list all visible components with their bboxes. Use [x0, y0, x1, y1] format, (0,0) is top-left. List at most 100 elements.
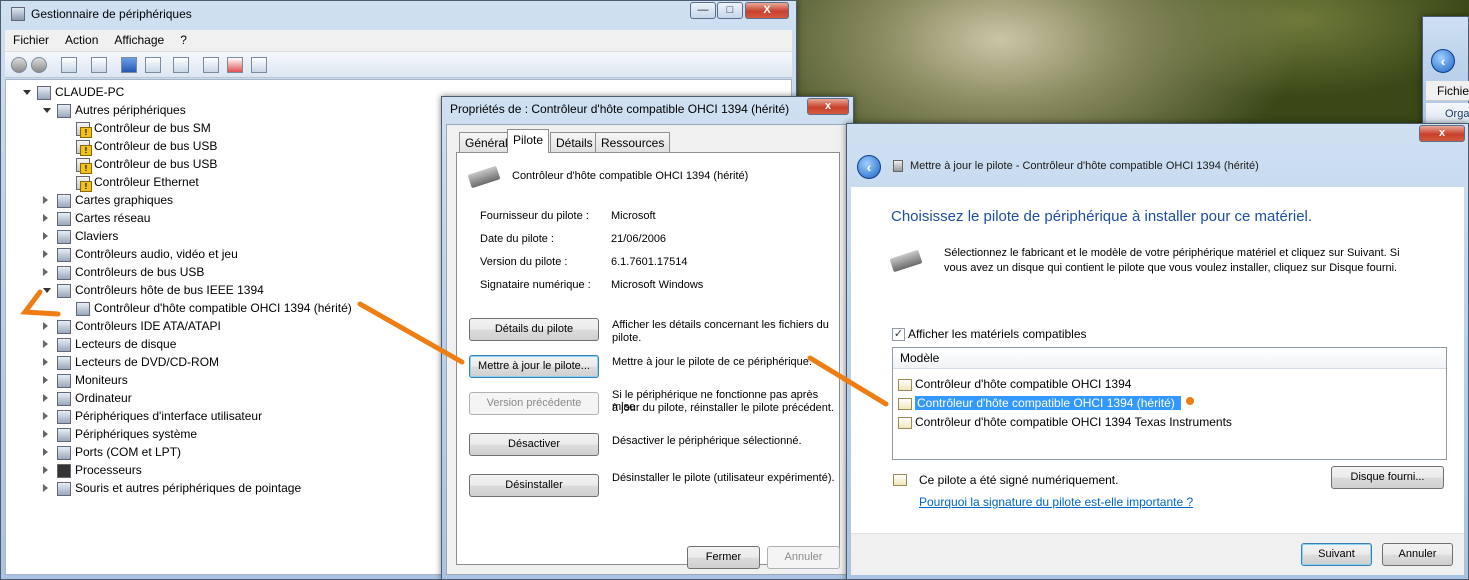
- back-arrow-icon[interactable]: ‹: [1431, 49, 1455, 73]
- tree-node-device[interactable]: Contrôleur de bus USB: [76, 155, 217, 174]
- list-item[interactable]: Contrôleur d'hôte compatible OHCI 1394 T…: [898, 413, 1232, 432]
- properties-icon[interactable]: [91, 57, 107, 73]
- tree-node-category[interactable]: Claviers: [43, 227, 118, 245]
- system-icon: [57, 427, 71, 442]
- model-listbox[interactable]: Modèle Contrôleur d'hôte compatible OHCI…: [892, 347, 1447, 460]
- close-button[interactable]: x: [1419, 125, 1465, 142]
- disable-button[interactable]: Désactiver: [469, 433, 599, 456]
- update-driver-icon[interactable]: [203, 57, 219, 73]
- tree-node-category[interactable]: Contrôleurs IDE ATA/ATAPI: [43, 317, 221, 335]
- list-item-selected[interactable]: Contrôleur d'hôte compatible OHCI 1394 (…: [898, 394, 1181, 413]
- collapse-arrow-icon[interactable]: [43, 322, 48, 330]
- collapse-arrow-icon[interactable]: [43, 250, 48, 258]
- uninstall-icon[interactable]: [227, 57, 243, 73]
- menu-affichage[interactable]: Affichage: [106, 30, 172, 47]
- roll-back-button[interactable]: Version précédente: [469, 392, 599, 415]
- driver-details-button[interactable]: Détails du pilote: [469, 318, 599, 341]
- back-icon[interactable]: [11, 57, 27, 73]
- explorer-window[interactable]: ‹ Fichie Orga: [1422, 16, 1469, 136]
- close-button[interactable]: X: [745, 2, 789, 19]
- view-icon[interactable]: [145, 57, 161, 73]
- explorer-menu-item[interactable]: Fichie: [1426, 81, 1469, 101]
- have-disk-button[interactable]: Disque fourni...: [1331, 466, 1444, 489]
- collapse-arrow-icon[interactable]: [43, 268, 48, 276]
- cancel-button[interactable]: Annuler: [1382, 543, 1453, 566]
- tree-node-category[interactable]: Contrôleurs audio, vidéo et jeu: [43, 245, 238, 263]
- tree-node-category[interactable]: Ordinateur: [43, 389, 132, 407]
- tree-node-category[interactable]: Lecteurs de DVD/CD-ROM: [43, 353, 219, 371]
- collapse-arrow-icon[interactable]: [43, 196, 48, 204]
- explorer-organize-button[interactable]: Orga: [1426, 103, 1469, 125]
- collapse-arrow-icon[interactable]: [43, 340, 48, 348]
- scan-hardware-icon[interactable]: [173, 57, 189, 73]
- cancel-button[interactable]: Annuler: [767, 546, 840, 569]
- tree-node-category[interactable]: Périphériques système: [43, 425, 197, 443]
- wizard-title: Mettre à jour le pilote - Contrôleur d'h…: [910, 160, 1259, 172]
- show-compatible-checkbox[interactable]: ✓: [892, 328, 905, 341]
- intro-text: Sélectionnez le fabricant et le modèle d…: [944, 247, 1400, 259]
- expand-arrow-icon[interactable]: [43, 108, 51, 113]
- wizard-footer: [851, 533, 1464, 575]
- help-icon[interactable]: [121, 57, 137, 73]
- collapse-arrow-icon[interactable]: [43, 358, 48, 366]
- window-title: Gestionnaire de périphériques: [31, 7, 192, 21]
- collapse-arrow-icon[interactable]: [43, 232, 48, 240]
- close-dialog-button[interactable]: Fermer: [687, 546, 760, 569]
- disable-desc: Désactiver le périphérique sélectionné.: [612, 435, 802, 447]
- collapse-arrow-icon[interactable]: [43, 376, 48, 384]
- menu-action[interactable]: Action: [57, 30, 106, 47]
- disable-icon[interactable]: [251, 57, 267, 73]
- show-hide-console-tree-icon[interactable]: [61, 57, 77, 73]
- tree-node-category[interactable]: Contrôleurs de bus USB: [43, 263, 204, 281]
- firewire-cable-icon: [467, 165, 501, 189]
- tab-resources[interactable]: Ressources: [595, 132, 671, 152]
- next-button[interactable]: Suivant: [1301, 543, 1372, 566]
- menu-help[interactable]: ?: [172, 30, 195, 47]
- tree-node-category[interactable]: Cartes graphiques: [43, 191, 173, 209]
- model-column-header[interactable]: Modèle: [893, 348, 1446, 369]
- tree-node-device[interactable]: Contrôleur de bus SM: [76, 119, 211, 138]
- version-label: Version du pilote :: [480, 256, 568, 268]
- certificate-icon: [898, 397, 912, 410]
- date-value: 21/06/2006: [611, 233, 667, 245]
- back-arrow-icon[interactable]: ‹: [857, 155, 881, 179]
- close-button[interactable]: x: [807, 98, 849, 115]
- collapse-arrow-icon[interactable]: [43, 412, 48, 420]
- tree-node-device[interactable]: Contrôleur Ethernet: [76, 173, 199, 192]
- signature-info-link[interactable]: Pourquoi la signature du pilote est-elle…: [919, 495, 1193, 509]
- expand-arrow-icon[interactable]: [23, 90, 31, 95]
- collapse-arrow-icon[interactable]: [43, 430, 48, 438]
- tree-node-category[interactable]: Moniteurs: [43, 371, 128, 389]
- tree-node-category[interactable]: Cartes réseau: [43, 209, 150, 227]
- update-driver-button[interactable]: Mettre à jour le pilote...: [469, 355, 599, 378]
- collapse-arrow-icon[interactable]: [43, 214, 48, 222]
- tree-node-ohci-device[interactable]: Contrôleur d'hôte compatible OHCI 1394 (…: [76, 299, 352, 317]
- tree-node-category[interactable]: Périphériques d'interface utilisateur: [43, 407, 262, 425]
- tree-node-other-devices[interactable]: Autres périphériques: [43, 101, 186, 119]
- computer-icon: [57, 391, 71, 406]
- tab-driver[interactable]: Pilote: [507, 129, 550, 153]
- collapse-arrow-icon[interactable]: [43, 448, 48, 456]
- list-item[interactable]: Contrôleur d'hôte compatible OHCI 1394: [898, 375, 1131, 394]
- collapse-arrow-icon[interactable]: [43, 466, 48, 474]
- collapse-arrow-icon[interactable]: [43, 394, 48, 402]
- toolbar: [5, 52, 792, 78]
- uninstall-button[interactable]: Désinstaller: [469, 474, 599, 497]
- maximize-button[interactable]: □: [717, 2, 743, 19]
- tree-node-category[interactable]: Ports (COM et LPT): [43, 443, 181, 461]
- driver-details-desc-2: pilote.: [612, 332, 642, 344]
- tab-general[interactable]: Général: [459, 132, 514, 152]
- intro-text-2: vous avez un disque qui contient le pilo…: [944, 262, 1398, 274]
- tree-node-device[interactable]: Contrôleur de bus USB: [76, 137, 217, 156]
- menu-fichier[interactable]: Fichier: [5, 30, 57, 47]
- tree-node-computer[interactable]: CLAUDE-PC: [23, 83, 124, 101]
- forward-icon[interactable]: [31, 57, 47, 73]
- collapse-arrow-icon[interactable]: [43, 484, 48, 492]
- tree-node-category[interactable]: Lecteurs de disque: [43, 335, 176, 353]
- expand-arrow-icon[interactable]: [43, 288, 51, 293]
- minimize-button[interactable]: —: [690, 2, 716, 19]
- tab-details[interactable]: Détails: [550, 132, 599, 152]
- tree-node-ieee1394[interactable]: Contrôleurs hôte de bus IEEE 1394: [43, 281, 264, 299]
- tree-node-category[interactable]: Processeurs: [43, 461, 142, 479]
- tree-node-category[interactable]: Souris et autres périphériques de pointa…: [43, 479, 301, 497]
